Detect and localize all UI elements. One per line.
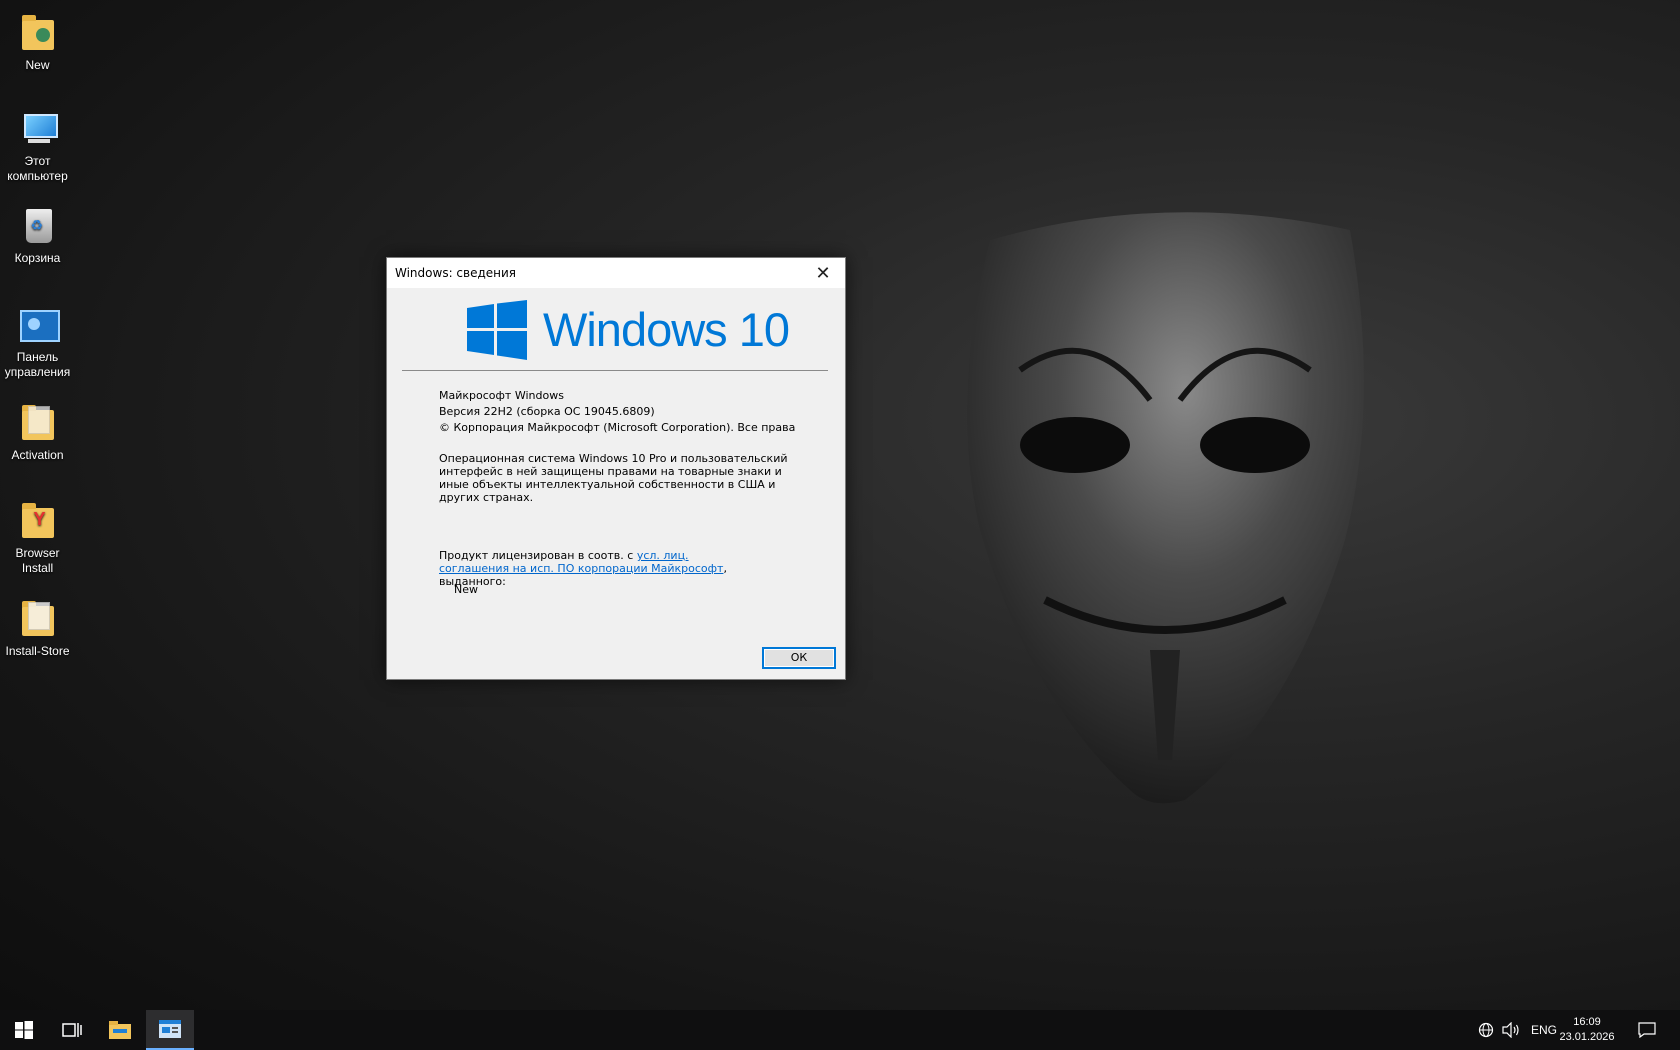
folder-icon <box>18 598 58 638</box>
product-name: Майкрософт Windows <box>439 389 564 402</box>
close-icon: ✕ <box>815 262 831 284</box>
windows-10-wordmark: Windows 10 <box>543 303 790 356</box>
control-panel-icon <box>18 304 60 344</box>
action-center-button[interactable] <box>1638 1010 1656 1050</box>
clock-date: 23.01.2026 <box>1559 1031 1615 1043</box>
dialog-titlebar[interactable]: Windows: сведения ✕ <box>387 258 845 288</box>
description-text: Операционная система Windows 10 Pro и по… <box>439 452 788 504</box>
folder-icon: Y <box>18 500 58 540</box>
desktop-icon-label: Корзина <box>14 251 61 265</box>
desktop-icon-label: New <box>25 58 50 72</box>
windows-start-icon <box>15 1021 33 1039</box>
windows-logo-icon <box>467 300 527 360</box>
desktop-icon-this-pc[interactable]: Этот компьютер <box>0 108 75 184</box>
recycle-bin-icon <box>18 205 58 245</box>
desktop-icon-label: Панель управления <box>4 350 71 379</box>
file-explorer-icon <box>109 1021 131 1039</box>
notification-icon <box>1638 1022 1656 1038</box>
desktop-icon-label: Этот компьютер <box>7 154 68 183</box>
network-button[interactable] <box>1478 1010 1494 1050</box>
copyright-text: © Корпорация Майкрософт (Microsoft Corpo… <box>439 421 796 434</box>
license-text: Продукт лицензирован в соотв. с усл. лиц… <box>439 549 749 588</box>
desktop-icon-control-panel[interactable]: Панель управления <box>0 304 75 380</box>
speaker-icon <box>1502 1022 1519 1038</box>
globe-icon <box>1478 1022 1494 1038</box>
about-windows-dialog: Windows: сведения ✕ Windows 10 Майкрософ… <box>386 257 846 680</box>
winver-taskbar-button[interactable] <box>146 1010 194 1050</box>
desktop-icon-new[interactable]: New <box>0 12 75 73</box>
start-button[interactable] <box>0 1010 48 1050</box>
ok-button[interactable]: ОК <box>762 647 836 669</box>
desktop-icon-activation[interactable]: Activation <box>0 402 75 463</box>
task-view-icon <box>62 1023 82 1037</box>
desktop-icon-recycle-bin[interactable]: Корзина <box>0 205 75 266</box>
file-explorer-button[interactable] <box>96 1010 144 1050</box>
desktop-icon-label: Browser Install <box>15 546 60 575</box>
clock-time: 16:09 <box>1573 1016 1601 1028</box>
wallpaper-mask-image <box>967 212 1364 804</box>
user-folder-icon <box>18 12 58 52</box>
dialog-title: Windows: сведения <box>395 266 517 280</box>
divider <box>402 370 828 371</box>
close-button[interactable]: ✕ <box>801 258 845 288</box>
desktop-icon-browser-install[interactable]: Y Browser Install <box>0 500 75 576</box>
desktop-icon-install-store[interactable]: Install-Store <box>0 598 75 659</box>
folder-icon <box>18 402 58 442</box>
computer-icon <box>18 108 58 148</box>
winver-app-icon <box>159 1020 181 1038</box>
desktop-icon-label: Install-Store <box>5 644 70 658</box>
version-text: Версия 22H2 (сборка ОС 19045.6809) <box>439 405 655 418</box>
task-view-button[interactable] <box>48 1010 96 1050</box>
volume-button[interactable] <box>1502 1010 1520 1050</box>
license-prefix: Продукт лицензирован в соотв. с <box>439 549 637 562</box>
windows-logo-area: Windows 10 <box>387 288 845 376</box>
desktop-icon-label: Activation <box>11 448 64 462</box>
licensed-to-name: New <box>454 583 478 596</box>
taskbar: ENG 16:09 23.01.2026 <box>0 1010 1680 1050</box>
clock[interactable]: 16:09 23.01.2026 <box>1552 1015 1622 1045</box>
